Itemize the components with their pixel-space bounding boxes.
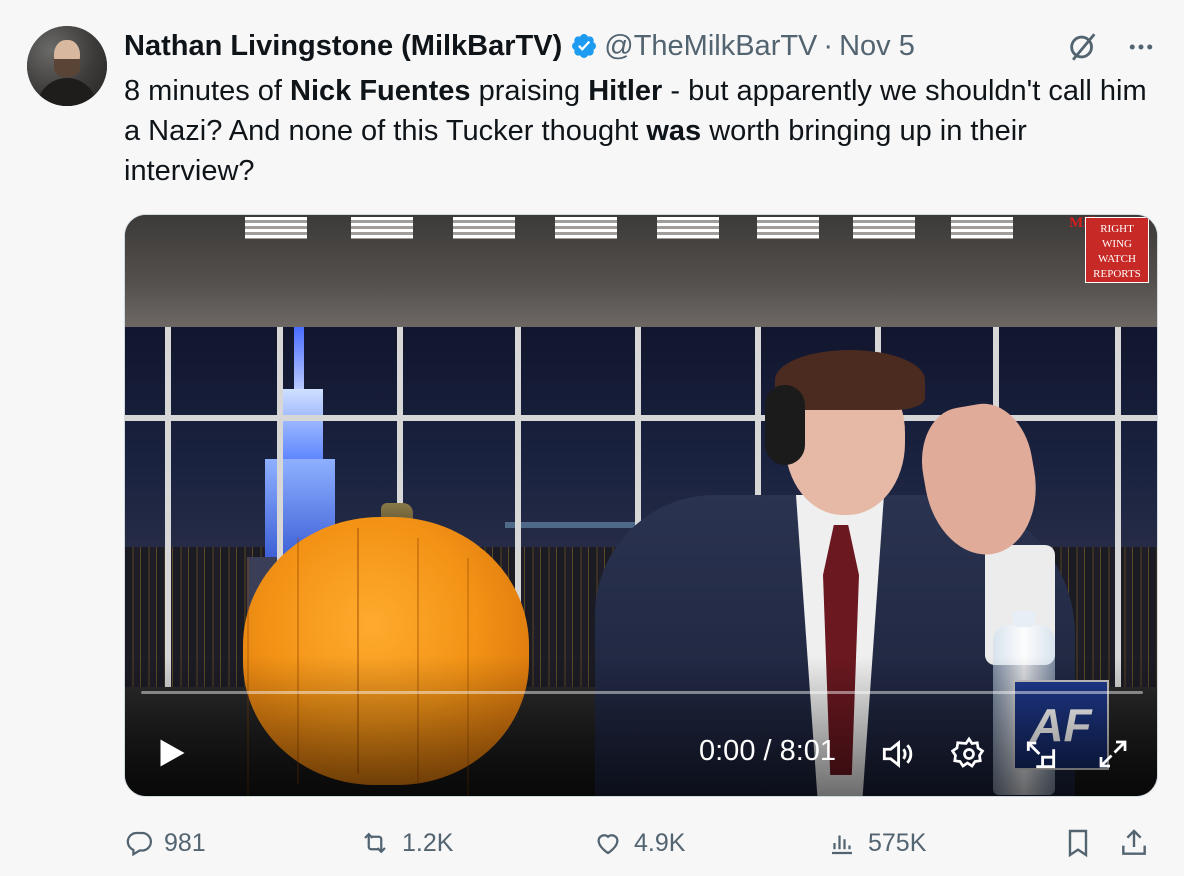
repost-button[interactable]: 1.2K	[358, 820, 453, 866]
repost-count: 1.2K	[402, 828, 454, 857]
tweet-text: 8 minutes of Nick Fuentes praising Hitle…	[124, 71, 1164, 191]
heart-icon	[597, 834, 619, 855]
watermark-logo: RIGHT WING WATCH REPORTS	[1085, 217, 1149, 283]
tweet-date[interactable]: Nov 5	[839, 30, 915, 63]
play-icon[interactable]	[153, 735, 189, 771]
video-scene-ceiling	[125, 215, 1157, 327]
share-icon	[1122, 829, 1146, 855]
bookmark-button[interactable]	[1062, 820, 1094, 866]
author-handle[interactable]: @TheMilkBarTV	[604, 30, 817, 63]
reply-icon	[126, 831, 152, 857]
video-progress-bar[interactable]	[141, 691, 1143, 694]
share-button[interactable]	[1118, 820, 1150, 866]
bold-hitler: Hitler	[588, 75, 663, 107]
author-avatar[interactable]	[27, 26, 107, 106]
video-player[interactable]: AF MilkBarTV RIGHT WING WATCH REPORTS 0:…	[124, 214, 1158, 797]
separator-dot: ·	[823, 29, 834, 62]
video-time: 0:00 / 8:01	[699, 735, 837, 767]
tweet-top-actions	[1066, 30, 1156, 64]
volume-icon[interactable]	[877, 735, 917, 773]
verified-badge-icon[interactable]	[570, 32, 598, 60]
bold-was: was	[646, 115, 702, 147]
like-button[interactable]: 4.9K	[592, 820, 685, 866]
mention-nick-fuentes: Nick Fuentes	[290, 75, 471, 107]
reply-button[interactable]: 981	[124, 820, 206, 866]
text-part: 8 minutes of	[124, 75, 291, 107]
more-icon[interactable]	[1126, 32, 1156, 62]
tweet-actions-bar: 981 1.2K 4.9K 575K	[124, 820, 1164, 866]
gear-icon[interactable]	[949, 735, 989, 773]
views-button[interactable]: 575K	[826, 820, 926, 866]
picture-in-picture-icon[interactable]	[1021, 735, 1061, 773]
reply-count: 981	[164, 828, 206, 857]
views-count: 575K	[868, 828, 927, 857]
tweet-header: Nathan Livingstone (MilkBarTV) @TheMilkB…	[124, 28, 915, 64]
repost-icon	[364, 832, 386, 854]
text-part: praising	[470, 75, 589, 107]
grok-icon[interactable]	[1066, 30, 1100, 64]
fullscreen-icon[interactable]	[1093, 735, 1133, 773]
author-name[interactable]: Nathan Livingstone (MilkBarTV)	[124, 30, 562, 63]
like-count: 4.9K	[634, 828, 686, 857]
bookmark-icon	[1068, 829, 1088, 858]
views-icon	[832, 835, 852, 855]
